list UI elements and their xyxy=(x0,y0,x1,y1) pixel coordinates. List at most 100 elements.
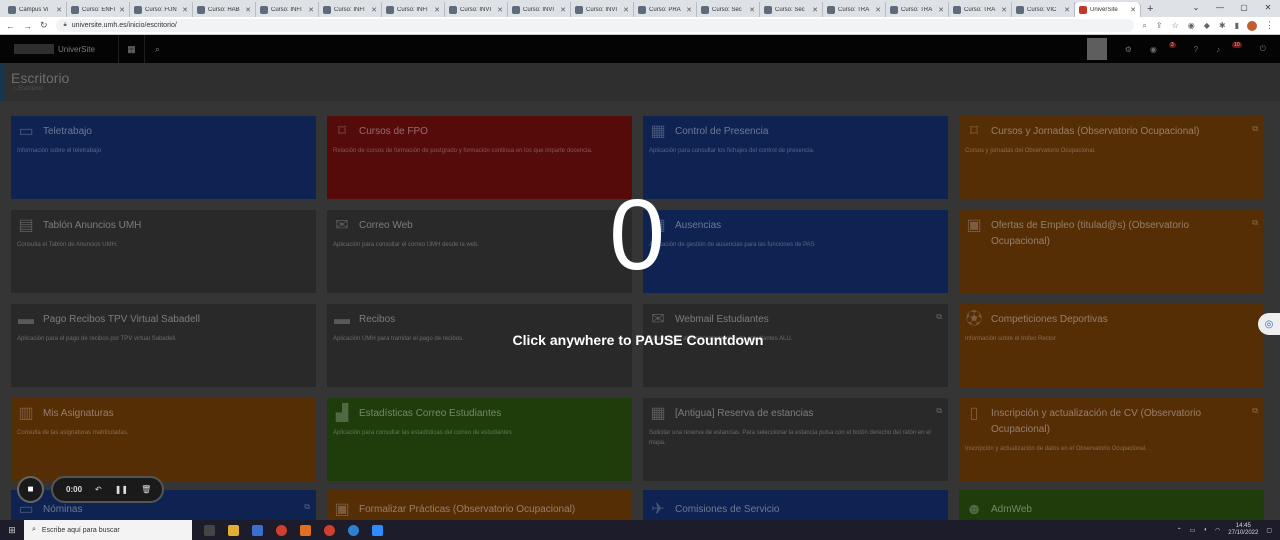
task-view-icon[interactable] xyxy=(204,524,215,536)
taskbar-clock[interactable]: 14:45 27/10/2022 xyxy=(1228,523,1258,537)
wifi-icon[interactable]: ◠ xyxy=(1215,527,1220,534)
favicon-icon xyxy=(575,5,583,14)
close-tab-icon[interactable]: ✕ xyxy=(623,6,629,14)
favicon-icon xyxy=(512,5,520,14)
browser-tab[interactable]: Curso: ENFI ✕ xyxy=(67,2,130,17)
browser-tab[interactable]: Curso: Sec ✕ xyxy=(697,2,760,17)
browser-tab[interactable]: Curso: INVI ✕ xyxy=(508,2,571,17)
browser-tab[interactable]: Curso: INFI ✕ xyxy=(256,2,319,17)
close-tab-icon[interactable]: ✕ xyxy=(182,6,188,14)
accessibility-widget-button[interactable]: ◎ xyxy=(1258,313,1280,335)
maximize-icon[interactable]: ▢ xyxy=(1232,0,1256,17)
url-field[interactable]: 🔒︎ universite.umh.es/inicio/escritorio/ xyxy=(55,19,1135,32)
browser-tab[interactable]: Curso: TRA ✕ xyxy=(886,2,949,17)
close-tab-icon[interactable]: ✕ xyxy=(1130,6,1136,14)
puzzle-icon[interactable]: ✱ xyxy=(1219,21,1226,31)
close-tab-icon[interactable]: ✕ xyxy=(875,6,881,14)
favicon-icon xyxy=(386,5,394,14)
chrome-icon[interactable] xyxy=(276,524,287,536)
visual-studio-icon[interactable] xyxy=(252,524,263,536)
browser-tab[interactable]: Curso: Sec ✕ xyxy=(760,2,823,17)
network-icon[interactable]: ▭ xyxy=(1190,527,1196,534)
close-tab-icon[interactable]: ✕ xyxy=(812,6,818,14)
app-icon[interactable] xyxy=(300,524,311,536)
recording-timer: 0:00 xyxy=(66,485,83,494)
forward-icon[interactable]: → xyxy=(23,21,32,31)
windows-start-icon[interactable]: ⊞ xyxy=(0,525,24,536)
profile-avatar[interactable] xyxy=(1247,20,1257,31)
browser-tab[interactable]: Curso: TRA ✕ xyxy=(949,2,1012,17)
close-tab-icon[interactable]: ✕ xyxy=(749,6,755,14)
reload-icon[interactable]: ↻ xyxy=(40,20,48,31)
recorder-controls: 0:00 ↶ ❚❚ 🗑︎ xyxy=(51,476,164,503)
browser-tab[interactable]: Curso: INFI ✕ xyxy=(382,2,445,17)
favicon-icon xyxy=(1079,5,1087,14)
close-tab-icon[interactable]: ✕ xyxy=(245,6,251,14)
taskbar-search-input[interactable]: ⌕ Escribe aquí para buscar xyxy=(24,520,192,540)
menu-icon[interactable]: ⋮ xyxy=(1265,20,1274,31)
browser-tab[interactable]: Campus Vi ✕ xyxy=(4,2,67,17)
favicon-icon xyxy=(134,5,142,14)
close-tab-icon[interactable]: ✕ xyxy=(308,6,314,14)
star-icon[interactable]: ☆ xyxy=(1172,21,1179,31)
window-controls: ⌄ — ▢ ✕ xyxy=(1184,0,1280,17)
minimize-icon[interactable]: — xyxy=(1208,0,1232,17)
close-tab-icon[interactable]: ✕ xyxy=(1001,6,1007,14)
favicon-icon xyxy=(827,5,835,14)
close-tab-icon[interactable]: ✕ xyxy=(686,6,692,14)
browser-tab[interactable]: Curso: INVI ✕ xyxy=(571,2,634,17)
extension-icon[interactable]: ◉ xyxy=(1188,21,1195,31)
address-bar: ← → ↻ 🔒︎ universite.umh.es/inicio/escrit… xyxy=(0,17,1280,35)
close-tab-icon[interactable]: ✕ xyxy=(560,6,566,14)
taskbar-apps xyxy=(204,524,383,536)
new-tab-button[interactable]: + xyxy=(1141,2,1159,17)
favicon-icon xyxy=(764,5,772,14)
close-tab-icon[interactable]: ✕ xyxy=(1064,6,1070,14)
close-window-icon[interactable]: ✕ xyxy=(1256,0,1280,17)
favicon-icon xyxy=(638,5,646,14)
notifications-icon[interactable]: ▢ xyxy=(1266,527,1272,534)
close-tab-icon[interactable]: ✕ xyxy=(119,6,125,14)
browser-tab-strip: Campus Vi ✕ Curso: ENFI ✕ Curso: FUN ✕ Curs… xyxy=(0,0,1280,17)
close-tab-icon[interactable]: ✕ xyxy=(497,6,503,14)
favicon-icon xyxy=(197,5,205,14)
close-tab-icon[interactable]: ✕ xyxy=(938,6,944,14)
browser-tab[interactable]: Curso: TRA ✕ xyxy=(823,2,886,17)
camera-toggle-button[interactable]: ■ xyxy=(17,476,44,503)
favicon-icon xyxy=(890,5,898,14)
extension-icon[interactable]: ◆ xyxy=(1204,21,1210,31)
pause-icon[interactable]: ❚❚ xyxy=(115,485,128,494)
zoom-app-icon[interactable] xyxy=(372,524,383,536)
close-tab-icon[interactable]: ✕ xyxy=(434,6,440,14)
countdown-number: 0 xyxy=(609,179,665,291)
undo-icon[interactable]: ↶ xyxy=(95,485,102,494)
search-icon: ⌕ xyxy=(32,526,36,533)
chrome-icon[interactable] xyxy=(324,524,335,536)
file-explorer-icon[interactable] xyxy=(228,524,239,536)
tab-search-icon[interactable]: ⌄ xyxy=(1184,0,1208,17)
chevron-up-icon[interactable]: ⌃ xyxy=(1177,527,1182,534)
favicon-icon xyxy=(260,5,268,14)
browser-tab[interactable]: Curso: FUN ✕ xyxy=(130,2,193,17)
extensions-area: ⌕ ⇪ ☆ ◉ ◆ ✱ ▮ xyxy=(1142,21,1239,31)
favicon-icon xyxy=(449,5,457,14)
favicon-icon xyxy=(1016,5,1024,14)
browser-tab[interactable]: Curso: PRA ✕ xyxy=(634,2,697,17)
close-tab-icon[interactable]: ✕ xyxy=(56,6,62,14)
pause-countdown-message[interactable]: Click anywhere to PAUSE Countdown xyxy=(0,332,1278,348)
trash-icon[interactable]: 🗑︎ xyxy=(141,485,151,494)
browser-tab[interactable]: Curso: VIC ✕ xyxy=(1012,2,1075,17)
zoom-icon[interactable]: ⌕ xyxy=(1142,21,1146,31)
countdown-overlay[interactable]: 0 Click anywhere to PAUSE Countdown xyxy=(0,35,1280,520)
favicon-icon xyxy=(701,5,709,14)
sidebar-icon[interactable]: ▮ xyxy=(1235,21,1239,31)
browser-tab[interactable]: Curso: HAB ✕ xyxy=(193,2,256,17)
chrome-icon[interactable] xyxy=(348,524,359,536)
volume-icon[interactable]: ◖ xyxy=(1203,527,1207,533)
back-icon[interactable]: ← xyxy=(6,21,15,31)
browser-tab[interactable]: Curso: INVI ✕ xyxy=(445,2,508,17)
share-icon[interactable]: ⇪ xyxy=(1156,21,1163,31)
browser-tab[interactable]: Curso: INFI ✕ xyxy=(319,2,382,17)
browser-tab-active[interactable]: UniverSite ✕ xyxy=(1075,2,1141,17)
close-tab-icon[interactable]: ✕ xyxy=(371,6,377,14)
